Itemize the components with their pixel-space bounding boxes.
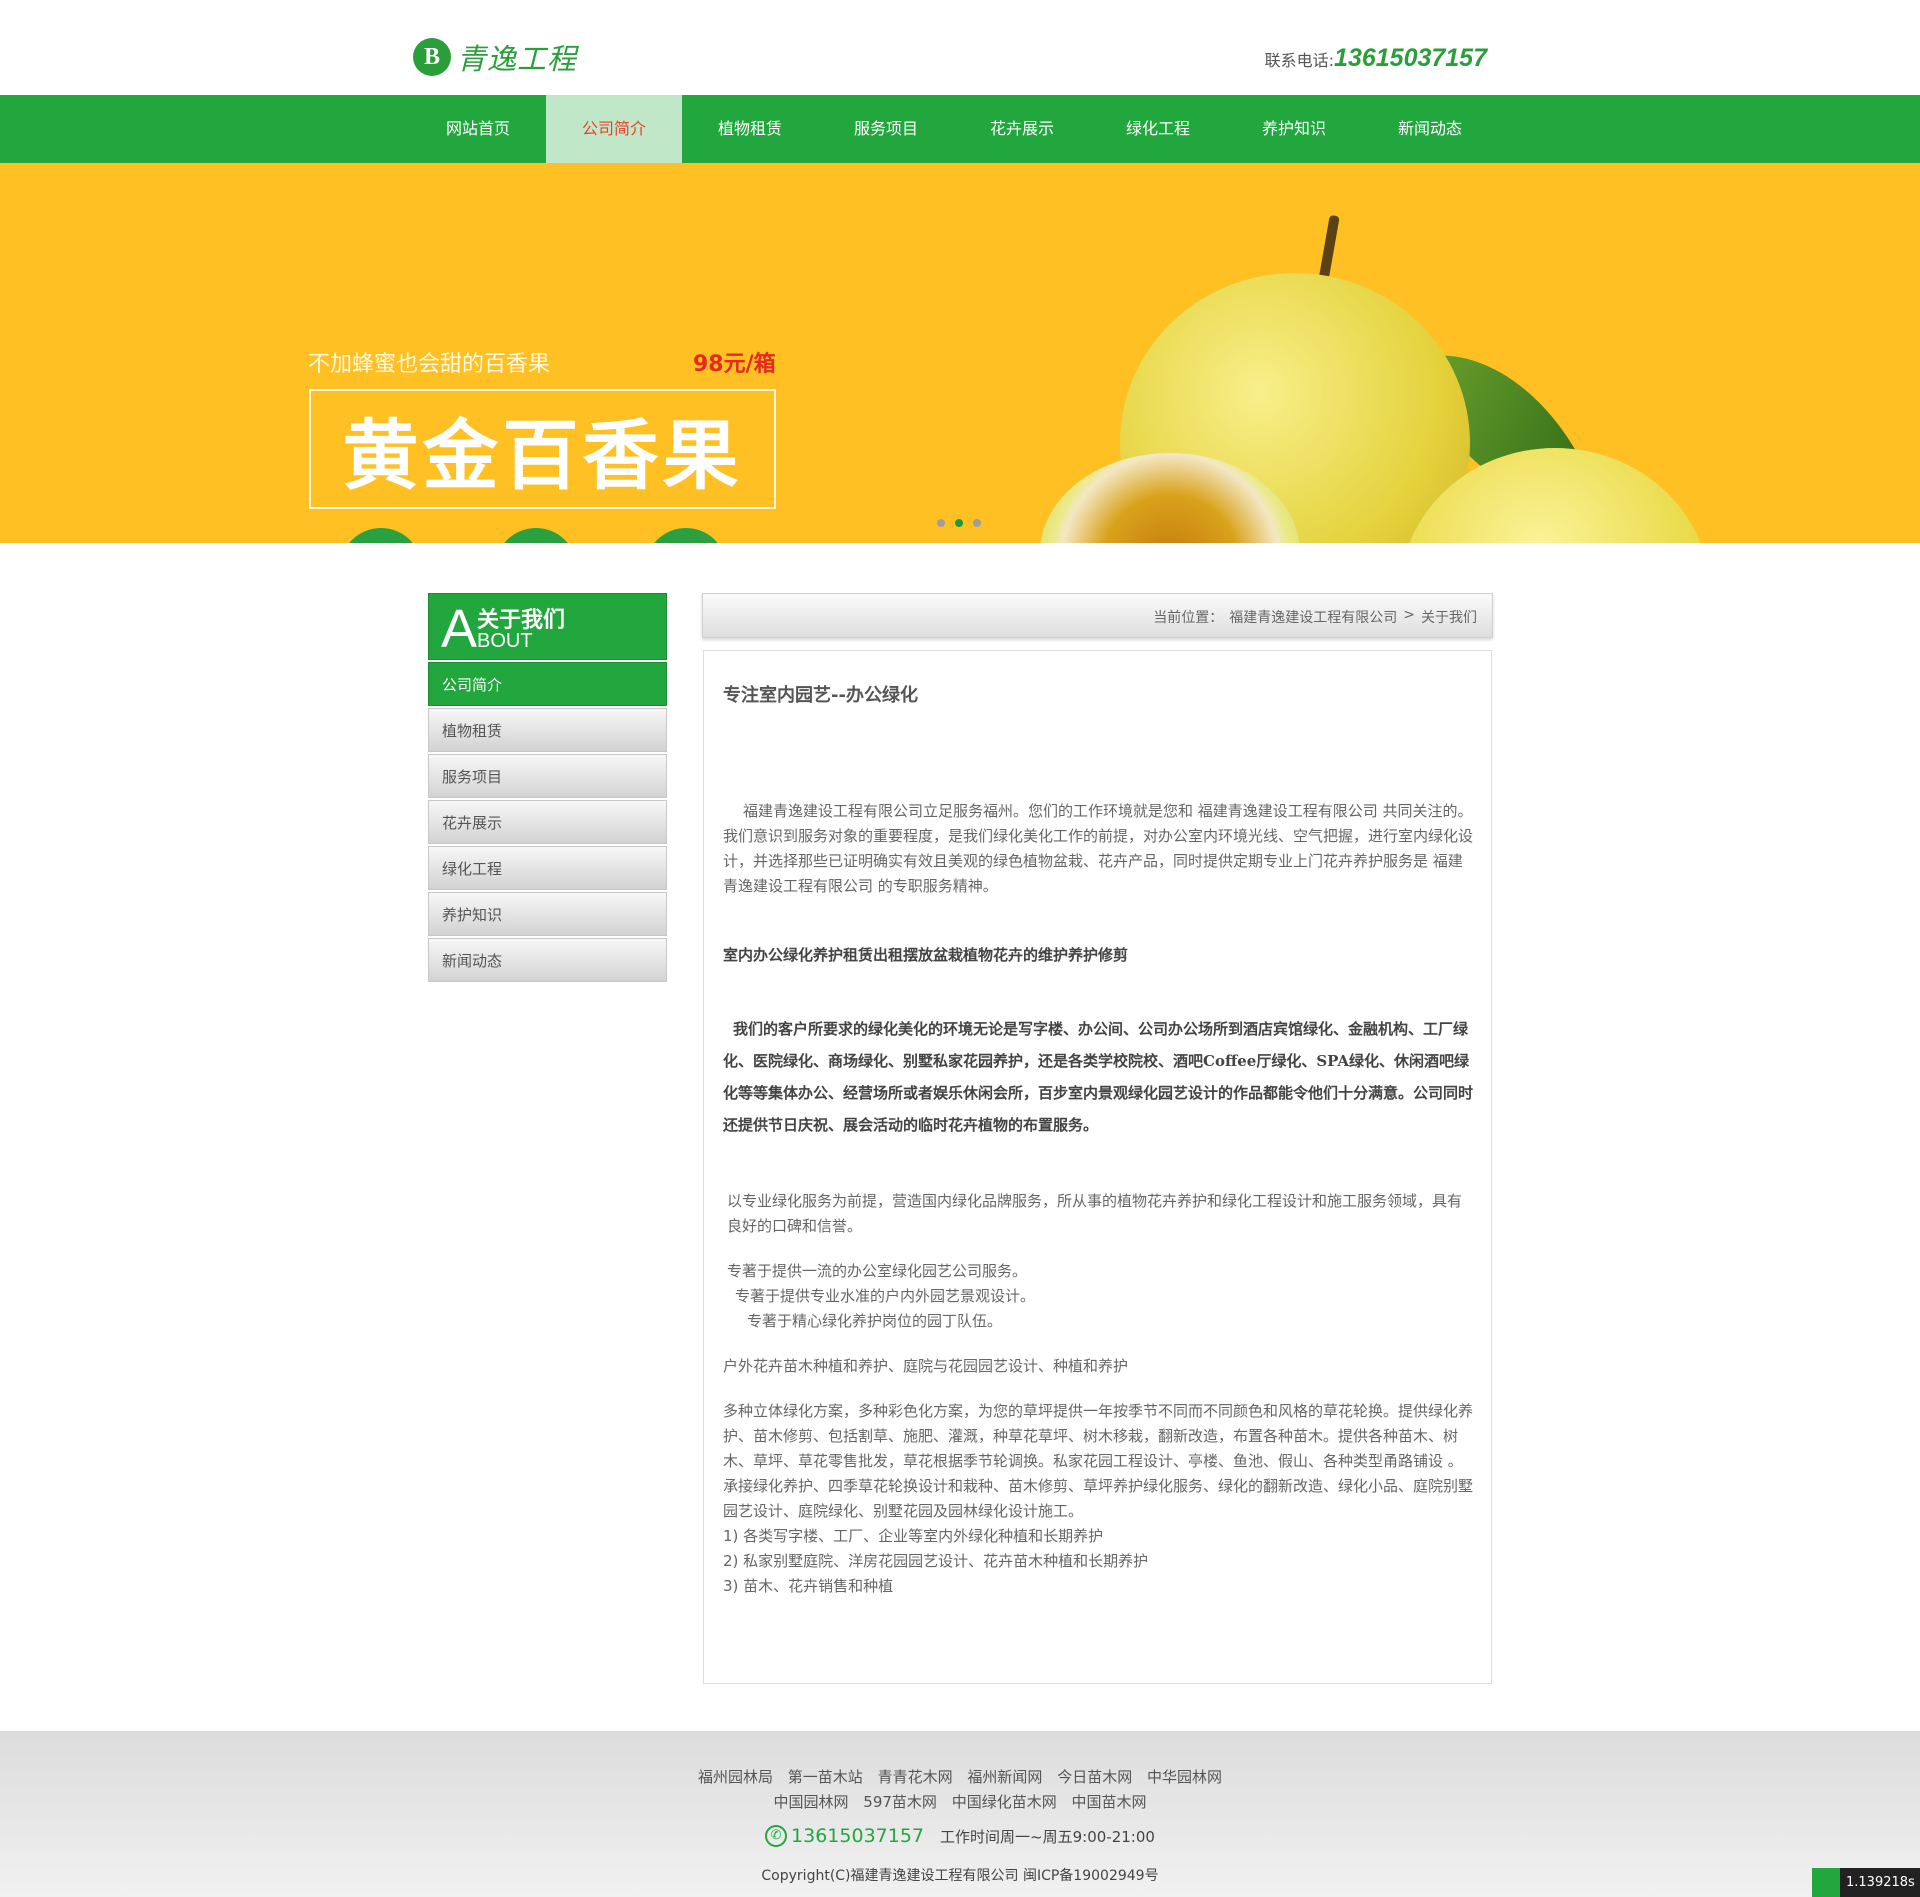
article-subheading: 室内办公绿化养护租赁出租摆放盆栽植物花卉的维护养护修剪 bbox=[723, 946, 1129, 964]
timer-logo-icon bbox=[1812, 1868, 1840, 1897]
header-phone: 联系电话: 13615037157 bbox=[1265, 44, 1487, 73]
footer-links-row: 福州园林局 第一苗木站 青青花木网 福州新闻网 今日苗木网 中华园林网 bbox=[0, 1766, 1920, 1787]
article-paragraph: 我们的客户所要求的绿化美化的环境无论是写字楼、办公间、公司办公场所到酒店宾馆绿化… bbox=[723, 1020, 1474, 1134]
footer-link[interactable]: 597苗木网 bbox=[863, 1793, 937, 1811]
banner-price: 98元/箱 bbox=[693, 352, 776, 377]
article-paragraph: 多种立体绿化方案，多种彩色化方案，为您的草坪提供一年按季节不同而不同颜色和风格的… bbox=[723, 1402, 1474, 1520]
sidebar-item-about[interactable]: 公司简介 bbox=[428, 662, 667, 706]
breadcrumb-current[interactable]: 关于我们 bbox=[1421, 607, 1477, 627]
main-nav: 网站首页 公司简介 植物租赁 服务项目 花卉展示 绿化工程 养护知识 新闻动态 bbox=[0, 95, 1920, 163]
banner-pagination bbox=[937, 519, 981, 527]
article-paragraph: 户外花卉苗木种植和养护、庭院与花园园艺设计、种植和养护 bbox=[723, 1357, 1129, 1375]
footer-link[interactable]: 中国绿化苗木网 bbox=[952, 1793, 1057, 1811]
logo-text: 青逸工程 bbox=[457, 42, 578, 76]
article-paragraph: 专著于提供一流的办公室绿化园艺公司服务。 bbox=[727, 1262, 1028, 1280]
footer-link[interactable]: 中华园林网 bbox=[1147, 1768, 1222, 1786]
banner-circle-decoration bbox=[340, 528, 422, 543]
sidebar: A 关于我们 BOUT 公司简介 植物租赁 服务项目 花卉展示 绿化工程 养护知… bbox=[428, 593, 667, 984]
page: B 青逸工程 联系电话: 13615037157 网站首页 公司简介 植物租赁 … bbox=[0, 0, 1920, 1897]
sidebar-heading: A 关于我们 BOUT bbox=[428, 593, 667, 660]
article-paragraph: 福建青逸建设工程有限公司立足服务福州。您们的工作环境就是您和 福建青逸建设工程有… bbox=[723, 802, 1474, 895]
article-title: 专注室内园艺--办公绿化 bbox=[723, 685, 918, 706]
nav-item-news[interactable]: 新闻动态 bbox=[1362, 95, 1498, 163]
footer-link[interactable]: 第一苗木站 bbox=[788, 1768, 863, 1786]
sidebar-heading-letter: A bbox=[441, 599, 478, 659]
sidebar-heading-en: BOUT bbox=[477, 630, 533, 652]
article-paragraph: 专著于精心绿化养护岗位的园丁队伍。 bbox=[747, 1312, 1003, 1330]
footer-contact: ✆ 13615037157 工作时间周一~周五9:00-21:00 bbox=[0, 1825, 1920, 1847]
footer-copyright: Copyright(C)福建青逸建设工程有限公司 闽ICP备19002949号 bbox=[761, 1868, 1159, 1884]
sidebar-menu: 公司简介 植物租赁 服务项目 花卉展示 绿化工程 养护知识 新闻动态 bbox=[428, 662, 667, 982]
footer-link[interactable]: 福州新闻网 bbox=[967, 1768, 1042, 1786]
footer-link[interactable]: 中国园林网 bbox=[773, 1793, 848, 1811]
article-paragraph: 专著于提供专业水准的户内外园艺景观设计。 bbox=[735, 1287, 1036, 1305]
article-list-item: 1) 各类写字楼、工厂、企业等室内外绿化种植和长期养护 bbox=[723, 1527, 1104, 1545]
footer-link[interactable]: 中国苗木网 bbox=[1072, 1793, 1147, 1811]
footer-phone-number: 13615037157 bbox=[791, 1825, 925, 1847]
banner-title-box: 黄金百香果 bbox=[309, 389, 776, 509]
banner-circle-decoration bbox=[645, 528, 727, 543]
footer: 福州园林局 第一苗木站 青青花木网 福州新闻网 今日苗木网 中华园林网 中国园林… bbox=[0, 1731, 1920, 1897]
banner-dot-active[interactable] bbox=[955, 519, 963, 527]
nav-item-about[interactable]: 公司简介 bbox=[546, 95, 682, 163]
nav-item-plant-rental[interactable]: 植物租赁 bbox=[682, 95, 818, 163]
phone-label: 联系电话: bbox=[1264, 51, 1335, 70]
sidebar-item-news[interactable]: 新闻动态 bbox=[428, 938, 667, 982]
nav-item-home[interactable]: 网站首页 bbox=[410, 95, 546, 163]
footer-links-row: 中国园林网 597苗木网 中国绿化苗木网 中国苗木网 bbox=[0, 1791, 1920, 1812]
nav-item-greening[interactable]: 绿化工程 bbox=[1090, 95, 1226, 163]
sidebar-item-services[interactable]: 服务项目 bbox=[428, 754, 667, 798]
phone-number: 13615037157 bbox=[1334, 44, 1487, 72]
footer-hours: 工作时间周一~周五9:00-21:00 bbox=[940, 1827, 1155, 1846]
nav-item-services[interactable]: 服务项目 bbox=[818, 95, 954, 163]
footer-link[interactable]: 青青花木网 bbox=[878, 1768, 953, 1786]
timer-value: 1.139218s bbox=[1846, 1875, 1915, 1890]
logo-mark-icon: B bbox=[413, 38, 451, 76]
article-list-item: 3) 苗木、花卉销售和种植 bbox=[723, 1577, 894, 1595]
article-content: 专注室内园艺--办公绿化 福建青逸建设工程有限公司立足服务福州。您们的工作环境就… bbox=[703, 650, 1492, 1684]
nav-item-flowers[interactable]: 花卉展示 bbox=[954, 95, 1090, 163]
sidebar-item-care[interactable]: 养护知识 bbox=[428, 892, 667, 936]
banner-title: 黄金百香果 bbox=[342, 411, 743, 500]
article-list-item: 2) 私家别墅庭院、洋房花园园艺设计、花卉苗木种植和长期养护 bbox=[723, 1552, 1149, 1570]
nav-list: 网站首页 公司简介 植物租赁 服务项目 花卉展示 绿化工程 养护知识 新闻动态 bbox=[410, 95, 1498, 163]
breadcrumb-separator: > bbox=[1403, 607, 1415, 623]
sidebar-item-flowers[interactable]: 花卉展示 bbox=[428, 800, 667, 844]
hero-banner[interactable]: 不加蜂蜜也会甜的百香果 98元/箱 黄金百香果 bbox=[0, 163, 1920, 543]
breadcrumb-label: 当前位置： bbox=[1153, 610, 1224, 626]
site-logo[interactable]: B 青逸工程 bbox=[413, 35, 577, 79]
sidebar-item-plant-rental[interactable]: 植物租赁 bbox=[428, 708, 667, 752]
footer-link[interactable]: 今日苗木网 bbox=[1057, 1768, 1132, 1786]
breadcrumb-home-link[interactable]: 福建青逸建设工程有限公司 bbox=[1229, 607, 1397, 627]
breadcrumb: 当前位置： 福建青逸建设工程有限公司 > 关于我们 bbox=[702, 593, 1493, 638]
article-paragraph: 以专业绿化服务为前提，营造国内绿化品牌服务，所从事的植物花卉养护和绿化工程设计和… bbox=[727, 1192, 1463, 1235]
banner-tagline: 不加蜂蜜也会甜的百香果 bbox=[308, 352, 551, 377]
load-timer-badge: 1.139218s bbox=[1812, 1868, 1920, 1897]
banner-circle-decoration bbox=[495, 528, 577, 543]
footer-link[interactable]: 福州园林局 bbox=[698, 1768, 773, 1786]
nav-item-care[interactable]: 养护知识 bbox=[1226, 95, 1362, 163]
footer-phone: ✆ 13615037157 bbox=[765, 1825, 924, 1847]
banner-dot[interactable] bbox=[937, 519, 945, 527]
sidebar-item-greening[interactable]: 绿化工程 bbox=[428, 846, 667, 890]
banner-dot[interactable] bbox=[973, 519, 981, 527]
phone-icon: ✆ bbox=[765, 1825, 788, 1847]
